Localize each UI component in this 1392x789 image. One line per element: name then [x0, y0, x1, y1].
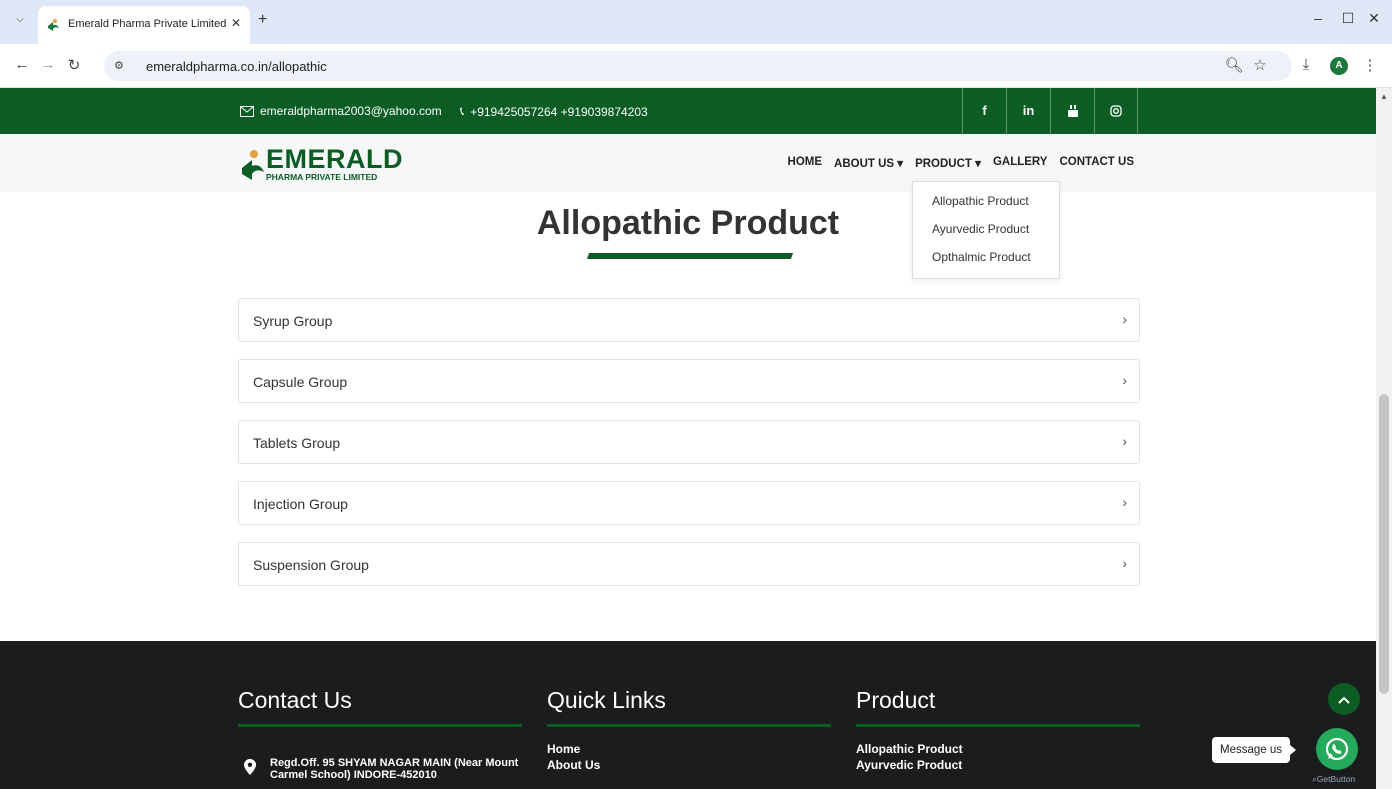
accordion-tablets-group[interactable]: Tablets Group › — [238, 420, 1140, 464]
back-icon[interactable]: ← — [12, 56, 32, 73]
nav-contact-us[interactable]: CONTACT US — [1059, 156, 1134, 170]
footer-quick-links-title: Quick Links — [547, 687, 666, 713]
browser-tab[interactable]: Emerald Pharma Private Limited ✕ — [38, 6, 250, 44]
kebab-menu-icon[interactable]: ⋮ — [1360, 56, 1380, 74]
caret-down-icon: ▾ — [975, 158, 981, 170]
accordion-injection-group[interactable]: Injection Group › — [238, 481, 1140, 525]
email-text: emeraldpharma2003@yahoo.com — [260, 104, 442, 118]
close-window-icon[interactable]: ✕ — [1362, 10, 1386, 27]
footer-quick-links-column: Quick Links Home About Us — [547, 687, 831, 773]
footer-divider — [238, 724, 522, 727]
footer-divider — [856, 724, 1140, 727]
page-viewport: emeraldpharma2003@yahoo.com 📞︎ +91942505… — [0, 88, 1376, 789]
footer-contact-column: Contact Us Regd.Off. 95 SHYAM NAGAR MAIN… — [238, 687, 522, 781]
page-title: Allopathic Product — [536, 204, 840, 242]
nav-about-us[interactable]: ABOUT US ▾ — [834, 156, 903, 170]
phone-icon: 📞︎ — [460, 104, 465, 118]
main-nav: HOME ABOUT US ▾ PRODUCT ▾ GALLERY CONTAC… — [788, 156, 1134, 170]
accordion-suspension-group[interactable]: Suspension Group › — [238, 542, 1140, 586]
linkedin-icon[interactable]: in — [1006, 88, 1050, 134]
chevron-right-icon: › — [1122, 311, 1127, 327]
youtube-icon[interactable] — [1050, 88, 1094, 134]
accordion-label: Tablets Group — [253, 435, 341, 451]
reload-icon[interactable]: ↻ — [64, 56, 84, 74]
topbar-phone[interactable]: 📞︎ +919425057264 +919039874203 — [460, 104, 648, 119]
browser-toolbar: ← → ↻ ⚙ emeraldpharma.co.in/allopathic 🔍… — [0, 44, 1392, 88]
title-underline — [586, 253, 794, 259]
nav-gallery[interactable]: GALLERY — [993, 156, 1048, 170]
logo-mark-icon — [242, 150, 264, 180]
contact-topbar: emeraldpharma2003@yahoo.com 📞︎ +91942505… — [0, 88, 1376, 134]
accordion-capsule-group[interactable]: Capsule Group › — [238, 359, 1140, 403]
minimize-icon[interactable]: – — [1306, 10, 1330, 26]
tab-search-chevron-icon[interactable]: ⌵ — [10, 10, 30, 30]
footer-link-ayurvedic[interactable]: Ayurvedic Product — [856, 757, 1140, 773]
footer-link-allopathic[interactable]: Allopathic Product — [856, 741, 1140, 757]
browser-tab-bar: ⌵ Emerald Pharma Private Limited ✕ + – ☐… — [0, 0, 1392, 44]
accordion-label: Suspension Group — [253, 557, 369, 573]
instagram-icon[interactable] — [1094, 88, 1138, 134]
accordion-syrup-group[interactable]: Syrup Group › — [238, 298, 1140, 342]
accordion-label: Capsule Group — [253, 374, 348, 390]
chevron-right-icon: › — [1122, 433, 1127, 449]
getbutton-text: GetButton — [1316, 774, 1356, 784]
tab-close-icon[interactable]: ✕ — [228, 16, 244, 30]
logo-wordmark: EMERALD — [266, 144, 403, 174]
chevron-right-icon: › — [1122, 494, 1127, 510]
site-logo[interactable]: EMERALD PHARMA PRIVATE LIMITED — [240, 144, 425, 184]
site-settings-icon[interactable]: ⚙ — [114, 59, 124, 72]
chevron-right-icon: › — [1122, 372, 1127, 388]
footer-contact-title: Contact Us — [238, 687, 352, 713]
footer-link-about[interactable]: About Us — [547, 757, 831, 773]
url-text: emeraldpharma.co.in/allopathic — [146, 59, 327, 74]
download-icon[interactable]: ⤓ — [1296, 56, 1316, 73]
scroll-up-arrow-icon[interactable]: ▲ — [1380, 92, 1388, 101]
dropdown-item-opthalmic[interactable]: Opthalmic Product — [913, 248, 1059, 276]
getbutton-credit: ⌕GetButton — [1312, 774, 1356, 784]
nav-product[interactable]: PRODUCT ▾ — [915, 156, 981, 170]
chevron-right-icon: › — [1122, 555, 1127, 571]
forward-icon[interactable]: → — [38, 56, 58, 73]
tab-title: Emerald Pharma Private Limited — [68, 18, 227, 30]
profile-avatar[interactable]: A — [1330, 57, 1348, 75]
chevron-up-icon — [1338, 696, 1350, 704]
back-to-top-button[interactable] — [1328, 683, 1360, 715]
zoom-icon[interactable]: 🔍︎ — [1224, 56, 1244, 74]
site-footer: Contact Us Regd.Off. 95 SHYAM NAGAR MAIN… — [0, 641, 1376, 789]
logo-subtitle: PHARMA PRIVATE LIMITED — [266, 172, 378, 182]
accordion-label: Syrup Group — [253, 313, 333, 329]
facebook-icon[interactable]: f — [962, 88, 1006, 134]
site-header: EMERALD PHARMA PRIVATE LIMITED HOME ABOU… — [0, 134, 1376, 192]
topbar-email[interactable]: emeraldpharma2003@yahoo.com — [240, 104, 442, 118]
footer-link-home[interactable]: Home — [547, 741, 831, 757]
page-scrollbar[interactable]: ▲ — [1376, 88, 1392, 789]
phone-text: +919425057264 +919039874203 — [470, 104, 648, 119]
nav-home[interactable]: HOME — [788, 156, 823, 170]
footer-product-title: Product — [856, 687, 936, 713]
footer-product-column: Product Allopathic Product Ayurvedic Pro… — [856, 687, 1140, 773]
address-bar[interactable]: ⚙ emeraldpharma.co.in/allopathic — [104, 51, 1292, 81]
emerald-favicon-icon — [48, 19, 59, 31]
whatsapp-icon — [1325, 737, 1349, 761]
new-tab-button[interactable]: + — [258, 11, 267, 29]
scroll-thumb[interactable] — [1379, 394, 1389, 694]
footer-divider — [547, 724, 831, 727]
whatsapp-chat-button[interactable] — [1316, 728, 1358, 770]
maximize-icon[interactable]: ☐ — [1336, 10, 1360, 27]
mail-icon — [240, 105, 254, 117]
footer-address: Regd.Off. 95 SHYAM NAGAR MAIN (Near Moun… — [270, 757, 519, 781]
accordion-label: Injection Group — [253, 496, 348, 512]
location-pin-icon — [244, 759, 256, 775]
bookmark-star-icon[interactable]: ☆ — [1250, 56, 1270, 74]
message-us-tooltip[interactable]: Message us — [1212, 737, 1296, 763]
caret-down-icon: ▾ — [897, 158, 904, 170]
